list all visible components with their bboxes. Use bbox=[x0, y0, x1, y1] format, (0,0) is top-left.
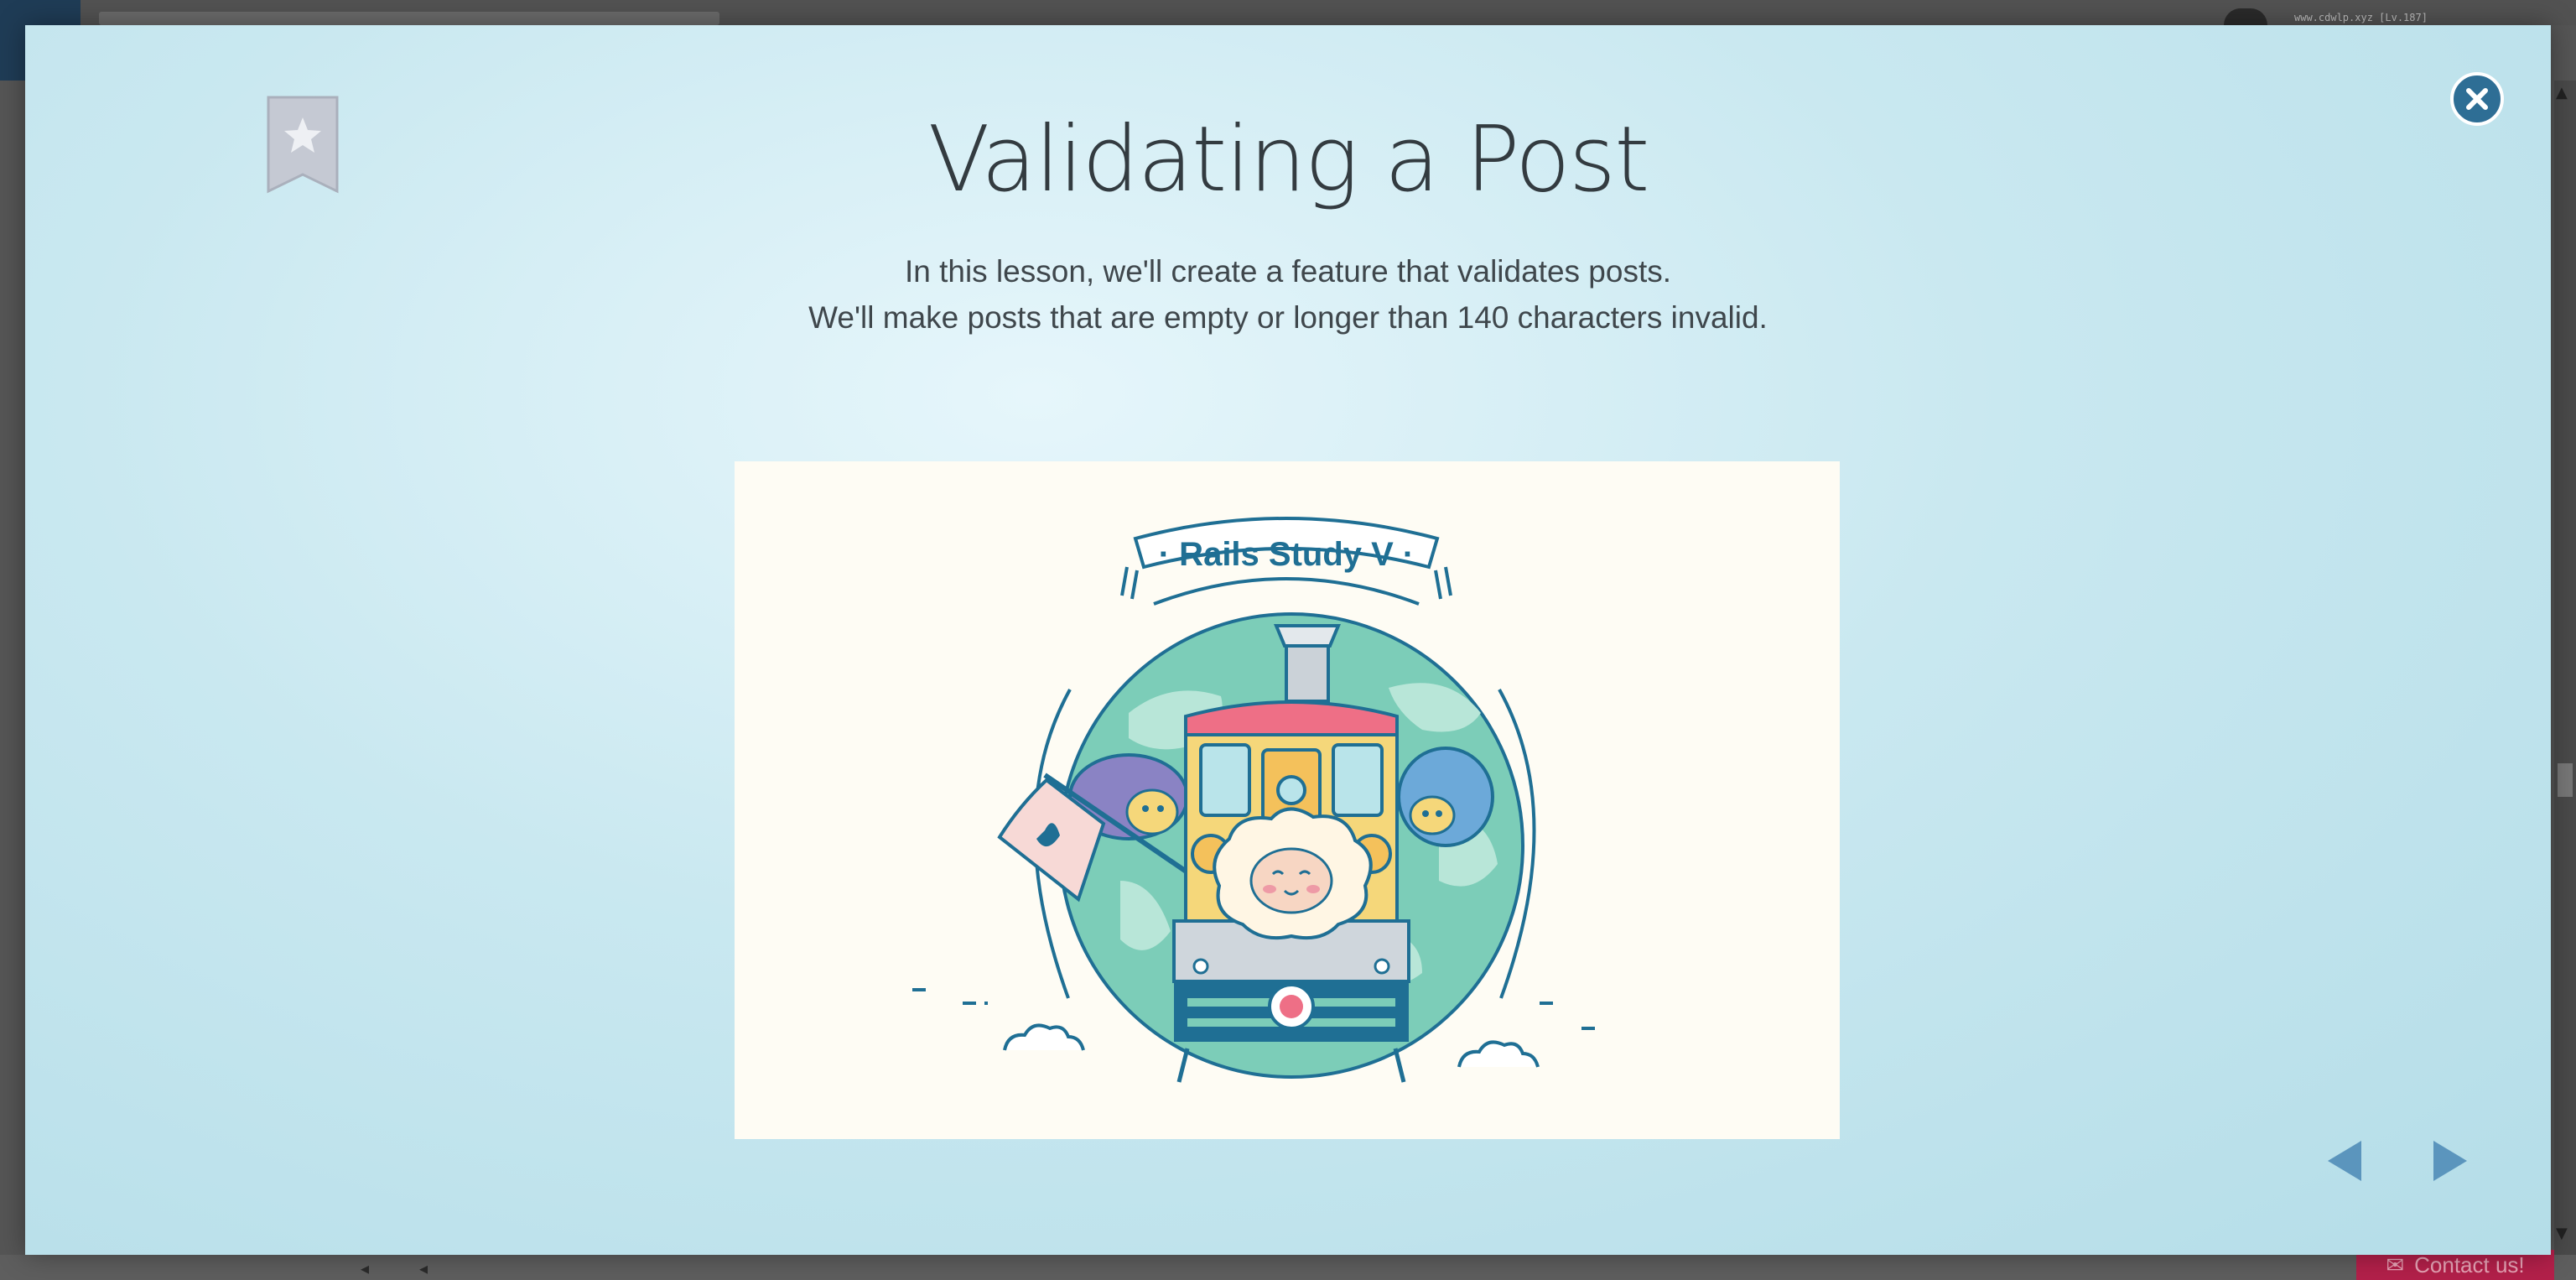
cloud-right bbox=[1457, 1040, 1540, 1068]
background-scrollbar-thumb bbox=[2558, 763, 2573, 797]
cloud-left bbox=[1003, 1023, 1085, 1051]
banner-text: · Rails Study V · bbox=[1159, 536, 1415, 573]
triangle-left-icon bbox=[2328, 1141, 2361, 1181]
scroll-up-arrow-icon: ▲ bbox=[2556, 84, 2568, 101]
background-bottom-bar bbox=[0, 1255, 2576, 1280]
mail-icon: ✉ bbox=[2386, 1251, 2405, 1277]
scroll-down-arrow-icon: ▼ bbox=[2556, 1225, 2568, 1242]
lesson-title: Validating a Post bbox=[927, 107, 1650, 212]
description-line-2: We'll make posts that are empty or longe… bbox=[808, 300, 1768, 335]
previous-slide-button[interactable] bbox=[2319, 1134, 2373, 1188]
background-search-bar bbox=[99, 12, 719, 25]
lesson-description: In this lesson, we'll create a feature t… bbox=[25, 248, 2551, 341]
background-scrollbar bbox=[2554, 81, 2576, 1255]
triangle-right-icon bbox=[2433, 1141, 2467, 1181]
scroll-right-arrow-icon: ◂ bbox=[419, 1258, 428, 1278]
description-line-1: In this lesson, we'll create a feature t… bbox=[904, 254, 1672, 289]
lesson-modal: Validating a Post In this lesson, we'll … bbox=[25, 25, 2551, 1255]
next-slide-button[interactable] bbox=[2422, 1134, 2475, 1188]
scroll-left-arrow-icon: ◂ bbox=[361, 1258, 370, 1278]
lesson-illustration: · Rails Study V · bbox=[735, 461, 1840, 1139]
banner-ribbon: · Rails Study V · bbox=[1120, 517, 1452, 606]
contact-us-label: Contact us! bbox=[2414, 1251, 2525, 1277]
background-url-text: www.cdwlp.xyz [Lv.187] bbox=[2294, 12, 2428, 23]
right-character bbox=[1397, 747, 1494, 847]
